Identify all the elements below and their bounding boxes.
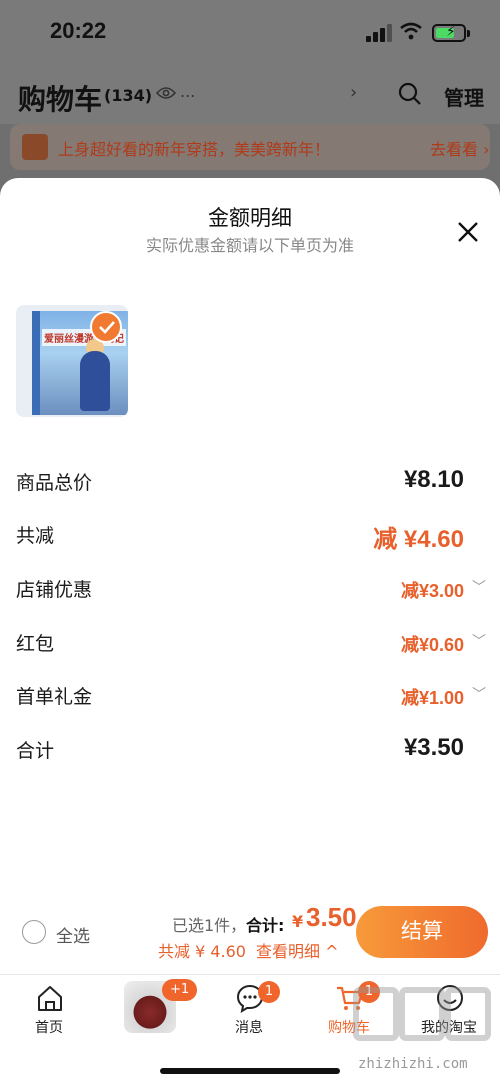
chevron-down-icon[interactable]: ﹀ (472, 577, 486, 597)
row-value: ¥8.10 (403, 466, 464, 493)
wifi-icon (400, 22, 422, 40)
promo-link[interactable]: 去看看 › (430, 136, 490, 160)
tab-messages[interactable]: 消息 1 (204, 975, 294, 1045)
tab-label: 首页 (35, 1020, 63, 1036)
row-label: 合计 (16, 740, 55, 762)
row-label: 商品总价 (16, 472, 93, 494)
shopping-bag-icon (22, 134, 48, 160)
select-all-radio[interactable] (22, 920, 46, 944)
checkmark-icon[interactable] (90, 311, 122, 343)
sum-currency: ¥ (292, 912, 304, 931)
checkout-button[interactable]: 结算 (356, 906, 488, 958)
row-label: 红包 (16, 633, 55, 655)
close-icon[interactable] (456, 220, 480, 244)
select-all-label[interactable]: 全选 (56, 922, 90, 947)
eye-icon[interactable] (156, 86, 176, 100)
row-label: 店铺优惠 (16, 579, 93, 601)
address-placeholder: ... (180, 82, 196, 101)
manage-button[interactable]: 管理 (444, 82, 484, 111)
promo-text: 上身超好看的新年穿搭，美美跨新年！ (58, 140, 331, 159)
checkout-bar: 全选 已选1件， 合计: ¥ 3.50 共减 ¥ 4.60 查看明细 ^ 结算 (0, 890, 500, 974)
chevron-down-icon[interactable]: ﹀ (472, 684, 486, 704)
amount-detail-sheet: 金额明细 实际优惠金额请以下单页为准 爱丽丝漫游奇境记 商品总价 ¥8.10 共… (0, 178, 500, 974)
row-label: 首单礼金 (16, 686, 93, 708)
discount-summary: 共减 ¥ 4.60 (158, 942, 246, 961)
row-value: 减 ¥4.60 (373, 526, 464, 553)
view-details-link[interactable]: 查看明细 ^ (256, 938, 339, 962)
row-value: 减¥0.60 (400, 635, 464, 655)
chevron-down-icon[interactable]: ﹀ (472, 631, 486, 651)
sheet-subtitle: 实际优惠金额请以下单页为准 (145, 236, 354, 255)
home-icon (38, 986, 62, 1011)
feed-badge: +1 (162, 979, 198, 1001)
sum-value: 3.50 (306, 902, 357, 932)
row-label: 共减 (16, 525, 55, 547)
signal-icon (366, 24, 392, 42)
status-time: 20:22 (50, 18, 107, 43)
watermark-text: zhizhizhi.com (358, 1056, 468, 1072)
messages-badge: 1 (258, 981, 280, 1003)
row-value: 减¥1.00 (400, 688, 464, 708)
row-value: 减¥3.00 (400, 581, 464, 601)
cart-title: 购物车 (18, 83, 103, 116)
battery-cap (467, 30, 470, 37)
search-icon[interactable] (398, 82, 422, 106)
sum-label: 合计: (246, 916, 285, 935)
promo-banner[interactable]: 上身超好看的新年穿搭，美美跨新年！ 去看看 › (10, 124, 490, 170)
cart-count: (134) (104, 86, 153, 105)
tab-label: 消息 (235, 1020, 263, 1036)
row-value: ¥3.50 (403, 734, 464, 761)
watermark-logo (353, 987, 491, 1041)
status-bar: 20:22 ⚡ (0, 0, 500, 64)
cart-header: 购物车 (134) ... › 管理 (0, 64, 500, 124)
home-indicator (160, 1068, 340, 1074)
battery-icon: ⚡ (432, 24, 466, 42)
chevron-right-icon[interactable]: › (350, 82, 357, 103)
tab-home[interactable]: 首页 (4, 975, 94, 1045)
selected-count: 已选1件， (172, 916, 247, 935)
sheet-title: 金额明细 (208, 206, 292, 230)
